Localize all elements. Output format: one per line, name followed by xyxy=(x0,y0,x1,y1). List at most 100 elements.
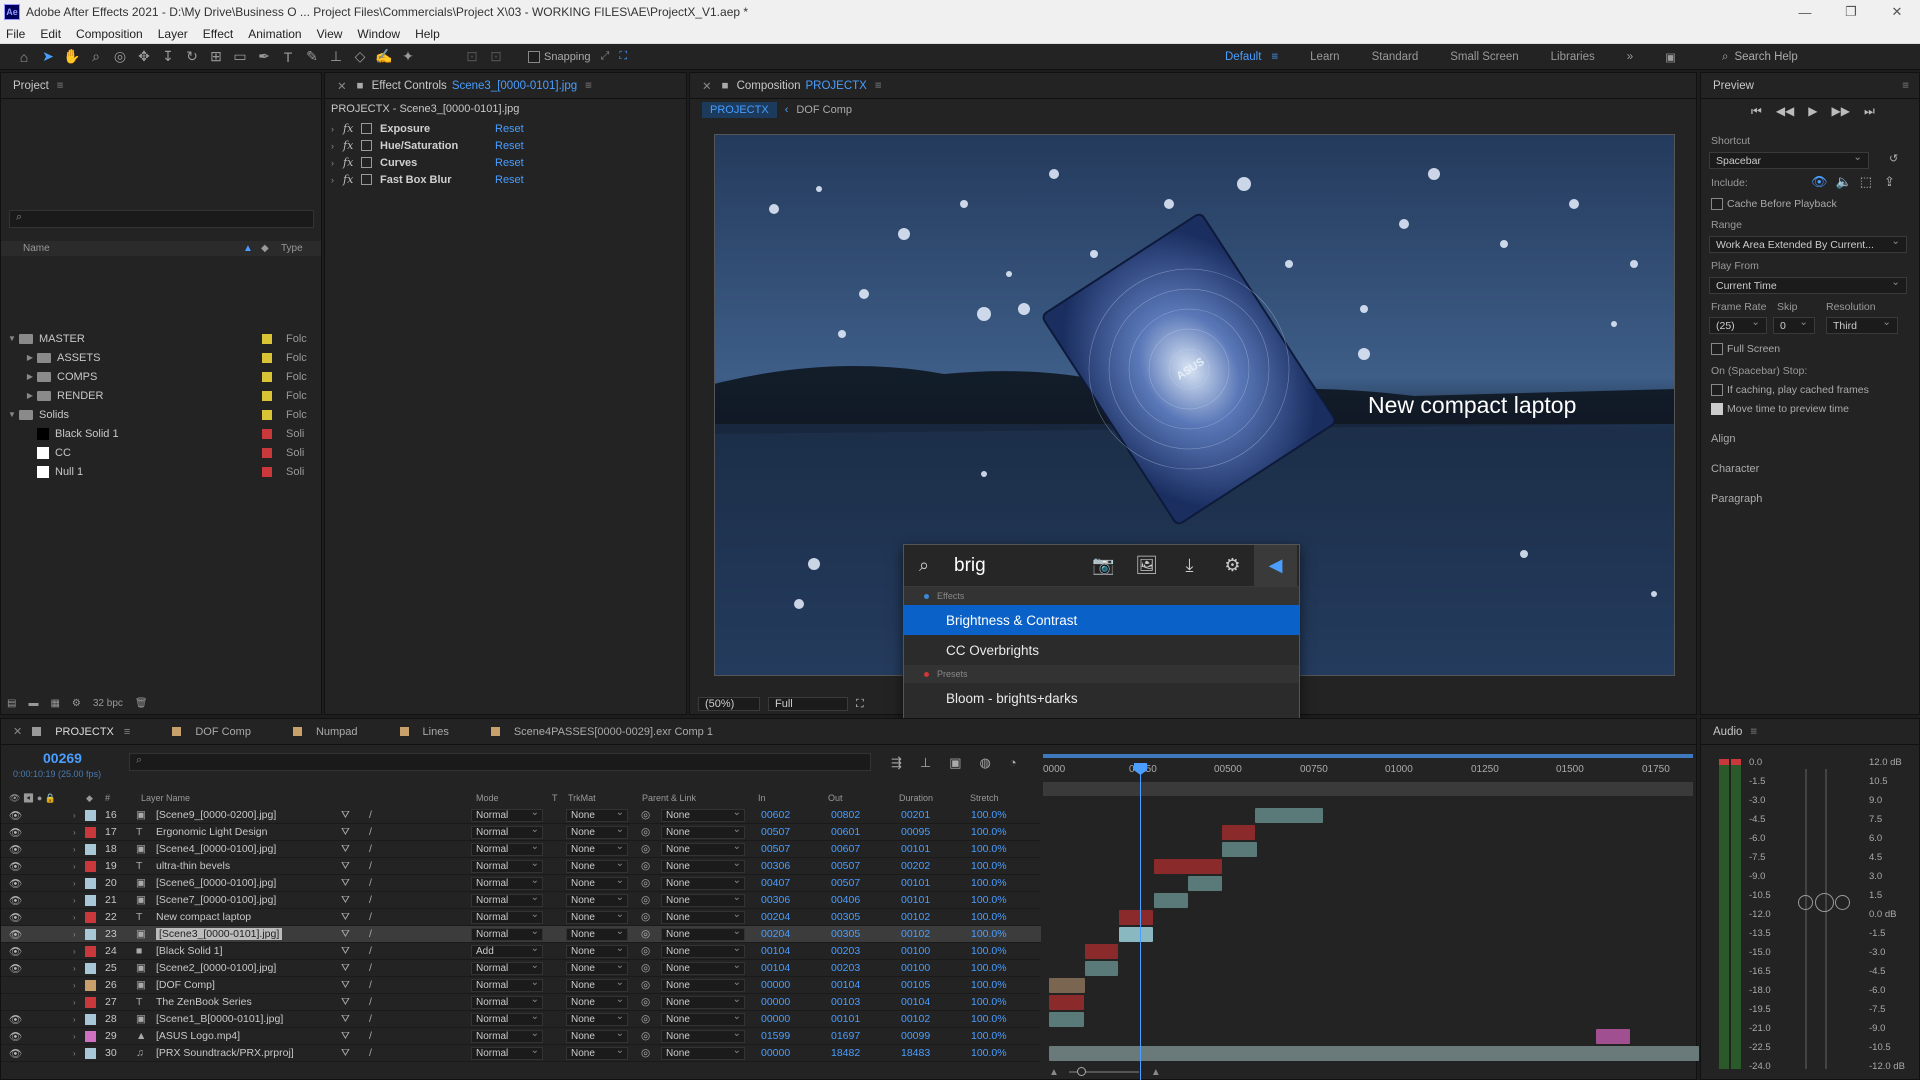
resolution-dropdown[interactable]: Full xyxy=(768,697,848,711)
quality-switch-icon[interactable]: / xyxy=(369,1047,372,1059)
visibility-eye-icon[interactable]: 👁 xyxy=(9,962,22,975)
duration[interactable]: 00102 xyxy=(901,928,930,940)
in-point[interactable]: 00602 xyxy=(761,809,790,821)
timeline-tab[interactable]: Scene4PASSES[0000-0029].exr Comp 1 xyxy=(490,726,713,738)
previous-frame-icon[interactable]: ◀◀ xyxy=(1776,104,1794,119)
chevron-right-icon[interactable]: › xyxy=(73,947,76,956)
blend-mode-dropdown[interactable]: Normal xyxy=(471,977,543,992)
label-color-swatch[interactable] xyxy=(85,877,96,889)
roto-brush-tool-icon[interactable]: ✍ xyxy=(372,46,396,68)
layer-row[interactable]: 👁 › 19 Tultra-thin bevels ⛛ / Normal None ◎ None 0… xyxy=(1,858,1041,875)
chevron-right-icon[interactable]: › xyxy=(331,141,343,151)
stretch[interactable]: 100.0% xyxy=(971,1013,1007,1025)
close-icon[interactable]: ✕ xyxy=(702,79,712,93)
rotation-tool-icon[interactable]: ↻ xyxy=(180,46,204,68)
layer-row[interactable]: › 27 T The ZenBook Series ⛛ / Normal None ◎ None 0… xyxy=(1,994,1041,1011)
move-time-option[interactable]: Move time to preview time xyxy=(1711,403,1849,415)
out-point[interactable]: 00305 xyxy=(831,911,860,923)
timeline-tab[interactable]: Numpad xyxy=(292,726,358,738)
workspace-standard[interactable]: Standard xyxy=(1372,51,1419,63)
layer-duration-bar[interactable] xyxy=(1222,842,1257,857)
fx-toggle-icon[interactable]: fx xyxy=(343,173,361,186)
right-volume-slider[interactable] xyxy=(1835,895,1850,910)
parent-dropdown[interactable]: None xyxy=(661,892,745,907)
blend-mode-dropdown[interactable]: Normal xyxy=(471,892,543,907)
blend-mode-dropdown[interactable]: Normal xyxy=(471,875,543,890)
project-item[interactable]: Null 1 Soli xyxy=(1,462,321,481)
quality-switch-icon[interactable]: / xyxy=(369,1030,372,1042)
stretch[interactable]: 100.0% xyxy=(971,809,1007,821)
pickwhip-icon[interactable]: ◎ xyxy=(641,911,650,923)
effect-controls-layer-name[interactable]: Scene3_[0000-0101].jpg xyxy=(452,80,577,92)
effect-reset-link[interactable]: Reset xyxy=(495,140,524,152)
chevron-right-icon[interactable]: › xyxy=(73,998,76,1007)
blend-mode-dropdown[interactable]: Normal xyxy=(471,1011,543,1026)
effect-row[interactable]: › fx Exposure Reset xyxy=(331,120,524,137)
chevron-right-icon[interactable]: ▶ xyxy=(23,391,37,400)
dolly-camera-icon[interactable]: ↧ xyxy=(156,46,180,68)
label-color-swatch[interactable] xyxy=(85,860,96,872)
parent-dropdown[interactable]: None xyxy=(661,1028,745,1043)
in-point[interactable]: 00407 xyxy=(761,877,790,889)
layer-duration-bar[interactable] xyxy=(1049,1012,1084,1027)
duration[interactable]: 00201 xyxy=(901,809,930,821)
out-point[interactable]: 00507 xyxy=(831,877,860,889)
layer-name[interactable]: [Scene2_[0000-0100].jpg] xyxy=(156,962,276,974)
layer-name[interactable]: [PRX Soundtrack/PRX.prproj] xyxy=(156,1047,294,1059)
full-screen-checkbox[interactable] xyxy=(1711,343,1723,355)
snapping-checkbox[interactable] xyxy=(528,50,540,63)
master-volume-slider[interactable] xyxy=(1815,893,1834,912)
layer-name[interactable]: [Scene4_[0000-0100].jpg] xyxy=(156,843,276,855)
effect-row[interactable]: › fx Hue/Saturation Reset xyxy=(331,137,524,154)
chevron-right-icon[interactable]: › xyxy=(73,913,76,922)
pickwhip-icon[interactable]: ◎ xyxy=(641,1013,650,1025)
track-matte-dropdown[interactable]: None xyxy=(566,1028,628,1043)
layer-row[interactable]: 👁 › 25 ▣ [Scene2_[0000-0100].jpg] ⛛ / Normal Non… xyxy=(1,960,1041,977)
stretch[interactable]: 100.0% xyxy=(971,894,1007,906)
parent-dropdown[interactable]: None xyxy=(661,841,745,856)
blend-mode-dropdown[interactable]: Normal xyxy=(471,824,543,839)
eraser-tool-icon[interactable]: ◇ xyxy=(348,46,372,68)
timeline-tab[interactable]: Lines xyxy=(399,726,449,738)
selection-tool-icon[interactable]: ➤ xyxy=(36,46,60,68)
lock-icon[interactable]: ■ xyxy=(722,80,729,92)
duration[interactable]: 00202 xyxy=(901,860,930,872)
layer-duration-bar[interactable] xyxy=(1188,876,1222,891)
label-color-swatch[interactable] xyxy=(262,466,272,477)
character-panel-header[interactable]: Character xyxy=(1711,463,1759,475)
layer-name[interactable]: The ZenBook Series xyxy=(156,996,252,1008)
menu-file[interactable]: File xyxy=(6,27,25,41)
quality-switch-icon[interactable]: / xyxy=(369,911,372,923)
puppet-pin-tool-icon[interactable]: ✦ xyxy=(396,46,420,68)
pickwhip-icon[interactable]: ◎ xyxy=(641,962,650,974)
chevron-right-icon[interactable]: › xyxy=(73,1032,76,1041)
current-time-indicator[interactable] xyxy=(1140,765,1141,1080)
track-matte-dropdown[interactable]: None xyxy=(566,824,628,839)
timeline-tab[interactable]: DOF Comp xyxy=(172,726,251,738)
in-point[interactable]: 00104 xyxy=(761,945,790,957)
project-item[interactable]: ▼ Solids Folc xyxy=(1,405,321,424)
in-point[interactable]: 00507 xyxy=(761,843,790,855)
chevron-right-icon[interactable]: › xyxy=(73,828,76,837)
align-panel-header[interactable]: Align xyxy=(1711,433,1735,445)
next-frame-icon[interactable]: ▶▶ xyxy=(1832,104,1850,119)
image-icon[interactable]: 🖼 xyxy=(1125,555,1168,576)
chevron-right-icon[interactable]: ▶ xyxy=(23,353,37,362)
visibility-eye-icon[interactable]: 👁 xyxy=(9,860,22,873)
in-point[interactable]: 00306 xyxy=(761,894,790,906)
cache-before-playback-checkbox[interactable] xyxy=(1711,198,1723,210)
menu-view[interactable]: View xyxy=(317,27,343,41)
layer-name[interactable]: Ergonomic Light Design xyxy=(156,826,267,838)
track-matte-dropdown[interactable]: None xyxy=(566,926,628,941)
chevron-right-icon[interactable]: › xyxy=(331,124,343,134)
range-dropdown[interactable]: Work Area Extended By Current... xyxy=(1709,235,1907,253)
layer-duration-bar[interactable] xyxy=(1085,944,1118,959)
layer-duration-bar[interactable] xyxy=(1049,978,1085,993)
menu-composition[interactable]: Composition xyxy=(76,27,143,41)
pickwhip-icon[interactable]: ◎ xyxy=(641,877,650,889)
menu-window[interactable]: Window xyxy=(357,27,400,41)
maximize-button[interactable]: ❐ xyxy=(1828,0,1874,24)
duration[interactable]: 00100 xyxy=(901,962,930,974)
video-eye-icon[interactable]: 👁 xyxy=(1811,174,1828,190)
duration[interactable]: 00104 xyxy=(901,996,930,1008)
